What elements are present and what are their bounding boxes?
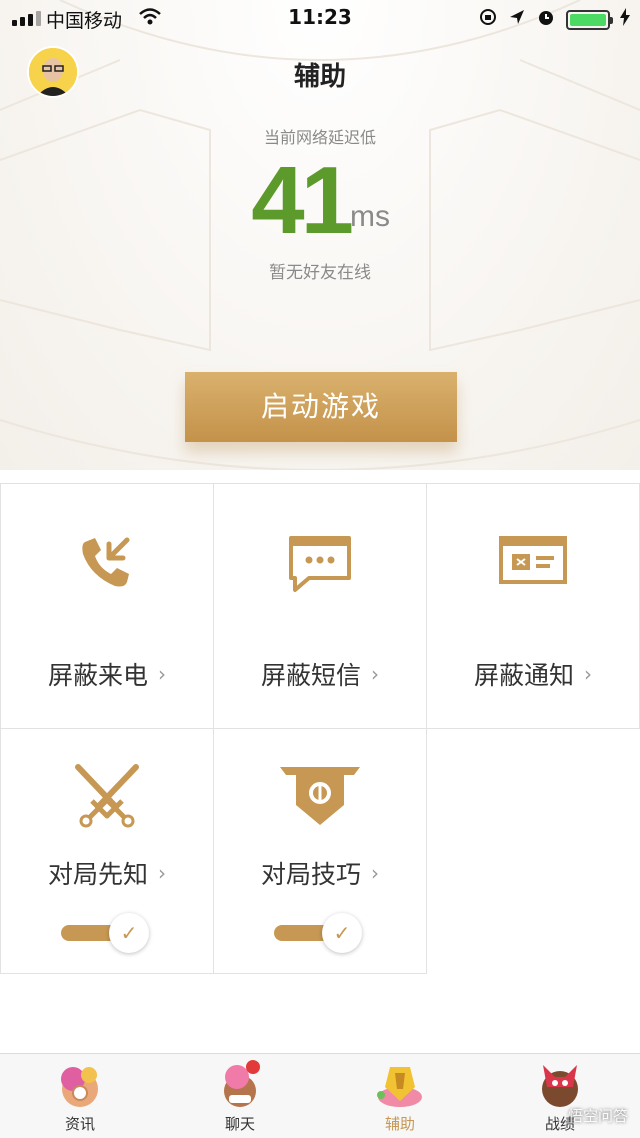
- tab-chat[interactable]: 聊天: [160, 1054, 320, 1138]
- latency-caption: 当前网络延迟低: [263, 128, 376, 147]
- feature-label: 屏蔽通知: [473, 661, 574, 690]
- match-tips-toggle[interactable]: ✓: [274, 913, 364, 953]
- feature-block-calls[interactable]: 屏蔽来电 ›: [0, 483, 214, 729]
- watermark-text: 悟空问答: [567, 1107, 628, 1125]
- chevron-right-icon: ›: [584, 662, 592, 686]
- location-icon: [508, 8, 526, 31]
- chevron-right-icon: ›: [158, 662, 166, 686]
- feature-match-tips[interactable]: 对局技巧 › ✓: [213, 728, 427, 974]
- checkmark-icon: ✓: [109, 913, 149, 953]
- chevron-right-icon: ›: [371, 861, 379, 885]
- news-tab-icon: [53, 1057, 107, 1111]
- battery-icon: [566, 9, 613, 30]
- feature-match-insight[interactable]: 对局先知 › ✓: [0, 728, 214, 974]
- tab-label: 辅助: [384, 1115, 415, 1133]
- notification-card-icon: [499, 536, 567, 584]
- phone-incoming-icon: [82, 537, 130, 587]
- latency-value: 41: [251, 147, 354, 254]
- feature-label: 对局先知: [47, 860, 148, 889]
- stats-tab-icon: [533, 1057, 587, 1111]
- chat-tab-icon: [213, 1057, 267, 1111]
- message-icon: [289, 536, 351, 592]
- chevron-right-icon: ›: [158, 861, 166, 885]
- bottom-tab-bar: 资讯 聊天 辅助 战绩 悟空问答: [0, 1053, 640, 1138]
- hero-panel: 中国移动 11:23 辅助 当前网络延迟低 41 ms 暂无好友在线 启动游戏: [0, 0, 640, 470]
- chevron-right-icon: ›: [371, 662, 379, 686]
- feature-label: 屏蔽来电: [47, 661, 148, 690]
- latency-readout: 41 ms: [0, 146, 640, 254]
- tab-label: 聊天: [224, 1115, 255, 1133]
- tab-label: 资讯: [64, 1115, 95, 1133]
- crossed-swords-icon: [75, 764, 139, 828]
- latency-unit: ms: [350, 200, 390, 233]
- orientation-lock-icon: [478, 7, 498, 32]
- feature-block-sms[interactable]: 屏蔽短信 ›: [213, 483, 427, 729]
- friends-status: 暂无好友在线: [269, 263, 371, 283]
- tab-news[interactable]: 资讯: [0, 1054, 160, 1138]
- tab-assist[interactable]: 辅助: [320, 1054, 480, 1138]
- feature-label: 屏蔽短信: [260, 661, 361, 690]
- checkmark-icon: ✓: [322, 913, 362, 953]
- assist-tab-icon: [373, 1057, 427, 1111]
- feature-block-notifications[interactable]: 屏蔽通知 ›: [426, 483, 640, 729]
- charging-icon: [620, 8, 630, 31]
- start-game-button[interactable]: 启动游戏: [185, 372, 457, 442]
- feature-label: 对局技巧: [260, 860, 361, 889]
- alarm-icon: [536, 7, 556, 32]
- status-bar: 中国移动 11:23: [0, 0, 640, 36]
- page-title: 辅助: [293, 62, 346, 92]
- banner-icon: [280, 767, 360, 825]
- match-insight-toggle[interactable]: ✓: [61, 913, 151, 953]
